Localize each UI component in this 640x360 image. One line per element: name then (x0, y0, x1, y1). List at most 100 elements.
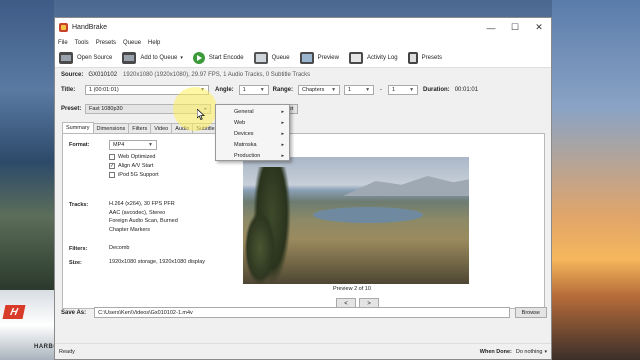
tab-video[interactable]: Video (150, 123, 173, 133)
menu-item-label: Devices (234, 130, 254, 137)
chevron-right-icon: ▸ (281, 130, 284, 137)
chevron-down-icon: ▼ (259, 87, 265, 93)
ipod-checkbox[interactable]: iPod 5G Support (109, 170, 159, 179)
summary-panel: Format: MP4 ▼ Web Optimized ✓ Align A/V … (62, 133, 545, 309)
angle-label: Angle: (215, 87, 234, 93)
preset-value: Fast 1080p30 (89, 106, 123, 112)
range-start-value: 1 (348, 87, 352, 93)
menu-help[interactable]: Help (148, 40, 160, 46)
checkbox-unchecked-icon (109, 153, 115, 160)
menu-tools[interactable]: Tools (75, 40, 89, 46)
maximize-button[interactable]: ☐ (503, 18, 527, 37)
filters-label: Filters: (69, 246, 88, 252)
chevron-right-icon: > (367, 300, 371, 307)
source-label: Source: (61, 72, 84, 78)
menu-item-label: Production (234, 152, 261, 159)
format-label: Format: (69, 142, 90, 148)
handbrake-window: HandBrake — ☐ ✕ File Tools Presets Queue… (54, 17, 552, 360)
add-to-queue-label: Add to Queue (140, 54, 178, 61)
play-icon (192, 51, 205, 64)
tracks-label: Tracks: (69, 202, 89, 208)
menu-presets[interactable]: Presets (96, 40, 116, 46)
angle-value: 1 (242, 87, 246, 93)
checkbox-checked-icon: ✓ (109, 162, 115, 169)
ipod-label: iPod 5G Support (118, 171, 159, 178)
range-end-dropdown[interactable]: 1 ▼ (388, 85, 419, 95)
presets-icon (407, 51, 418, 64)
presets-button[interactable]: Presets (407, 51, 442, 64)
tab-summary[interactable]: Summary (62, 122, 94, 133)
preview-lake (313, 207, 423, 223)
track-item: AAC (avcodec), Stereo (109, 209, 166, 216)
tab-filters[interactable]: Filters (128, 123, 152, 133)
browse-button[interactable]: Browse (514, 307, 547, 318)
chevron-right-icon: ▸ (281, 152, 284, 159)
range-type-value: Chapters (302, 87, 325, 93)
menu-item-label: Web (234, 119, 246, 126)
preview-icon (299, 51, 314, 64)
add-queue-icon (122, 51, 137, 64)
track-item: H.264 (x264), 30 FPS PFR (109, 201, 175, 207)
chevron-down-icon[interactable]: ▾ (180, 55, 183, 61)
when-done-value: Do nothing (515, 348, 543, 355)
tracks-list: H.264 (x264), 30 FPS PFR AAC (avcodec), … (109, 200, 178, 234)
film-icon (59, 51, 73, 64)
preset-menu: General ▸ Web ▸ Devices ▸ Matroska ▸ Product… (215, 104, 290, 161)
save-as-input[interactable]: C:\Users\Ken\Videos\Gx010102-1.m4v (94, 307, 510, 318)
size-label: Size: (69, 260, 82, 266)
preset-menu-production[interactable]: Production ▸ (216, 150, 289, 161)
close-button[interactable]: ✕ (527, 18, 551, 37)
activity-log-button[interactable]: Activity Log (348, 51, 398, 64)
presets-label: Presets (421, 54, 442, 61)
preset-menu-general[interactable]: General ▸ (216, 106, 289, 117)
preview-label: Preview (317, 54, 339, 61)
save-as-row: Save As: C:\Users\Ken\Videos\Gx010102-1.… (61, 307, 547, 318)
status-text: Ready (59, 348, 75, 355)
queue-button[interactable]: Queue (253, 51, 290, 64)
open-source-button[interactable]: Open Source (59, 51, 112, 64)
preset-menu-web[interactable]: Web ▸ (216, 117, 289, 128)
activity-log-icon (348, 51, 363, 64)
preview-shrub (245, 212, 275, 284)
menu-item-label: General (234, 108, 254, 115)
preview-caption: Preview 2 of 10 (333, 286, 371, 292)
when-done-dropdown[interactable]: Do nothing ▾ (516, 349, 547, 355)
preset-menu-matroska[interactable]: Matroska ▸ (216, 139, 289, 150)
chevron-down-icon: ▼ (409, 87, 415, 93)
minimize-button[interactable]: — (479, 18, 503, 37)
menu-item-label: Matroska (234, 141, 257, 148)
mouse-cursor-icon (196, 108, 206, 122)
preset-menu-devices[interactable]: Devices ▸ (216, 128, 289, 139)
angle-dropdown[interactable]: 1 ▼ (238, 85, 269, 95)
web-optimized-checkbox[interactable]: Web Optimized (109, 152, 159, 161)
align-av-label: Align A/V Start (118, 162, 154, 169)
chevron-right-icon: ▸ (281, 141, 284, 148)
title-label: Title: (61, 87, 76, 93)
add-to-queue-button[interactable]: Add to Queue ▾ (122, 51, 183, 64)
preview-button[interactable]: Preview (299, 51, 339, 64)
title-bar[interactable]: HandBrake — ☐ ✕ (55, 18, 551, 37)
queue-icon (253, 51, 268, 64)
format-value: MP4 (113, 142, 125, 148)
title-value: 1 (00:01:01) (89, 87, 119, 93)
menu-queue[interactable]: Queue (123, 40, 141, 46)
preset-label: Preset: (61, 106, 82, 112)
tab-dimensions[interactable]: Dimensions (92, 123, 130, 133)
range-type-dropdown[interactable]: Chapters ▼ (298, 85, 341, 95)
size-value: 1920x1080 storage, 1920x1080 display (109, 259, 206, 265)
format-dropdown[interactable]: MP4 ▼ (109, 140, 157, 150)
save-path: C:\Users\Ken\Videos\Gx010102-1.m4v (98, 309, 193, 316)
range-start-dropdown[interactable]: 1 ▼ (344, 85, 375, 95)
range-end-value: 1 (392, 87, 396, 93)
filters-value: Decomb (109, 245, 130, 251)
menu-bar: File Tools Presets Queue Help (55, 37, 551, 48)
chevron-down-icon: ▼ (331, 87, 337, 93)
align-av-checkbox[interactable]: ✓ Align A/V Start (109, 161, 159, 170)
menu-file[interactable]: File (58, 40, 68, 46)
track-item: Foreign Audio Scan, Burned (109, 218, 178, 224)
start-encode-button[interactable]: Start Encode (192, 51, 244, 64)
chevron-down-icon: ▼ (148, 142, 153, 148)
web-optimized-label: Web Optimized (118, 153, 156, 160)
start-encode-label: Start Encode (208, 54, 244, 61)
chevron-right-icon: ▸ (281, 108, 284, 115)
